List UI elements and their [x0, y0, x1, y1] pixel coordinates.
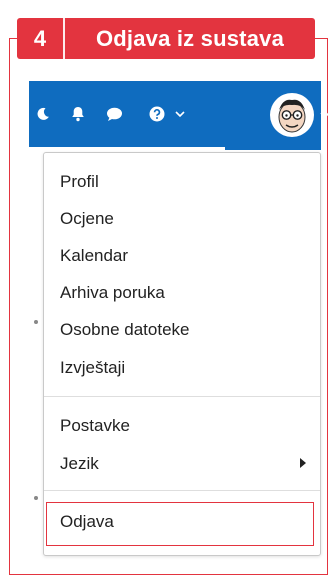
- help-icon[interactable]: [145, 81, 169, 147]
- chevron-right-icon: [300, 458, 306, 468]
- logout-highlight: [46, 502, 314, 546]
- background-dot: [34, 496, 38, 500]
- menu-item-jezik[interactable]: Jezik: [60, 452, 99, 476]
- step-title: Odjava iz sustava: [95, 25, 285, 51]
- menu-item-profil[interactable]: Profil: [60, 170, 99, 194]
- menu-item-postavke[interactable]: Postavke: [60, 414, 130, 438]
- active-indicator: [225, 146, 321, 150]
- menu-item-kalendar[interactable]: Kalendar: [60, 244, 128, 268]
- chat-icon[interactable]: [101, 81, 127, 147]
- chevron-down-icon[interactable]: [314, 111, 336, 119]
- menu-divider: [44, 490, 320, 491]
- moon-icon[interactable]: [31, 81, 55, 147]
- menu-item-izvjestaji[interactable]: Izvještaji: [60, 356, 125, 380]
- chevron-down-icon[interactable]: [171, 81, 189, 147]
- menu-divider: [44, 396, 320, 397]
- menu-item-ocjene[interactable]: Ocjene: [60, 207, 114, 231]
- step-number: 4: [17, 18, 65, 59]
- step-banner: 4 Odjava iz sustava: [17, 18, 315, 59]
- user-menu-toggle[interactable]: [270, 89, 336, 141]
- top-navbar: [29, 81, 330, 147]
- menu-item-arhiva-poruka[interactable]: Arhiva poruka: [60, 281, 165, 305]
- bell-icon[interactable]: [65, 81, 91, 147]
- menu-item-osobne-datoteke[interactable]: Osobne datoteke: [60, 318, 189, 342]
- user-dropdown-menu: Profil Ocjene Kalendar Arhiva poruka Oso…: [43, 152, 321, 556]
- background-dot: [34, 320, 38, 324]
- avatar[interactable]: [270, 93, 314, 137]
